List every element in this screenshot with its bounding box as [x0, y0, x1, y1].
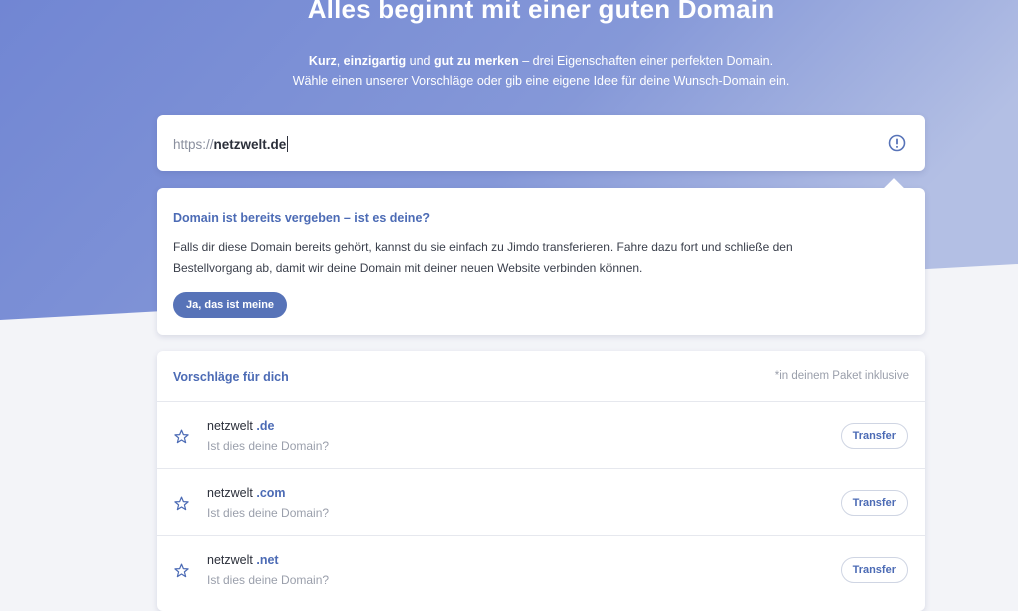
star-icon[interactable] [174, 496, 189, 511]
package-included-note: *in deinem Paket inklusive [774, 370, 909, 382]
domain-hint: Ist dies deine Domain? [207, 439, 330, 453]
transfer-button[interactable]: Transfer [840, 557, 908, 583]
domain-tld: .com [256, 486, 286, 500]
domain-label: netzwelt [207, 553, 257, 567]
hero-subtitle-line2: Wähle einen unserer Vorschläge oder gib … [292, 74, 790, 88]
suggestion-row[interactable]: netzwelt .com Ist dies deine Domain? Tra… [157, 468, 925, 535]
page-title: Alles beginnt mit einer guten Domain [307, 0, 775, 24]
domain-label: netzwelt [207, 486, 257, 500]
subtitle-text: und [406, 54, 434, 68]
suggestion-row[interactable]: netzwelt .net Ist dies deine Domain? Tra… [157, 535, 925, 602]
text-cursor [287, 136, 289, 152]
star-icon[interactable] [174, 429, 189, 444]
star-icon[interactable] [174, 563, 189, 578]
subtitle-keyword: einzigartig [343, 54, 407, 68]
url-prefix: https:// [173, 137, 214, 152]
confirm-ownership-button[interactable]: Ja, das ist meine [173, 292, 288, 318]
domain-name: netzwelt .de [207, 419, 274, 433]
suggestions-title: Vorschläge für dich [173, 370, 289, 384]
url-text: https://netzwelt.de [173, 136, 289, 152]
domain-taken-text: Falls dir diese Domain bereits gehört, k… [173, 240, 793, 275]
domain-name: netzwelt .net [207, 553, 279, 567]
domain-label: netzwelt [207, 419, 257, 433]
domain-hint: Ist dies deine Domain? [207, 506, 330, 520]
domain-tld: .de [256, 419, 275, 433]
suggestion-row[interactable]: netzwelt .de Ist dies deine Domain? Tran… [157, 401, 925, 468]
subtitle-text: , [336, 54, 344, 68]
hero-subtitle: Kurz, einzigartig und gut zu merken – dr… [0, 54, 1018, 68]
subtitle-keyword: gut zu merken [433, 54, 519, 68]
domain-taken-title: Domain ist bereits vergeben – ist es dei… [173, 211, 431, 225]
transfer-button[interactable]: Transfer [840, 423, 908, 449]
subtitle-text: – drei Eigenschaften einer perfekten Dom… [518, 54, 774, 68]
suggestions-panel: Vorschläge für dich *in deinem Paket ink… [157, 351, 925, 611]
domain-tld: .net [256, 553, 279, 567]
domain-name: netzwelt .com [207, 486, 286, 500]
domain-search-field[interactable]: https://netzwelt.de [157, 115, 925, 171]
domain-taken-panel: Domain ist bereits vergeben – ist es dei… [157, 178, 925, 335]
domain-hint: Ist dies deine Domain? [207, 573, 330, 587]
transfer-button[interactable]: Transfer [840, 490, 908, 516]
exclamation-circle-icon[interactable] [888, 134, 906, 152]
subtitle-keyword: Kurz [308, 54, 337, 68]
domain-input-value[interactable]: netzwelt.de [214, 137, 287, 152]
